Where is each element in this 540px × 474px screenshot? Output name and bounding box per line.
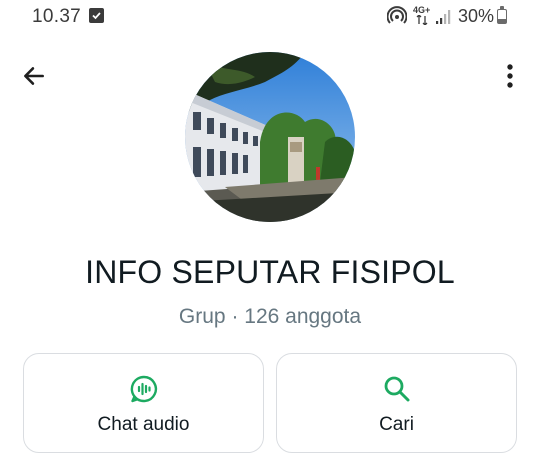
more-options-button[interactable] bbox=[490, 56, 530, 96]
status-time: 10.37 bbox=[32, 6, 82, 27]
checkbox-notification-icon bbox=[89, 8, 104, 23]
search-button[interactable]: Cari bbox=[276, 353, 517, 453]
signal-strength-icon bbox=[436, 10, 451, 24]
network-type-label: 4G+ bbox=[413, 5, 431, 15]
search-icon bbox=[384, 376, 409, 402]
battery-icon bbox=[497, 6, 507, 24]
group-meta: Grup · 126 anggota bbox=[178, 305, 362, 328]
audio-chat-button[interactable]: Chat audio bbox=[23, 353, 264, 453]
hotspot-icon bbox=[387, 6, 407, 24]
audio-chat-label: Chat audio bbox=[97, 414, 190, 435]
search-label: Cari bbox=[379, 414, 414, 435]
arrow-left-icon bbox=[24, 67, 44, 85]
status-bar: 10.37 4G+ 30% bbox=[0, 0, 540, 34]
battery-percentage: 30% bbox=[458, 6, 495, 26]
group-name: INFO SEPUTAR FISIPOL bbox=[85, 254, 455, 290]
audio-chat-icon bbox=[130, 375, 157, 403]
group-avatar[interactable] bbox=[185, 52, 355, 222]
more-vertical-icon bbox=[507, 64, 513, 88]
back-button[interactable] bbox=[14, 56, 54, 96]
data-arrows-icon bbox=[416, 15, 428, 25]
